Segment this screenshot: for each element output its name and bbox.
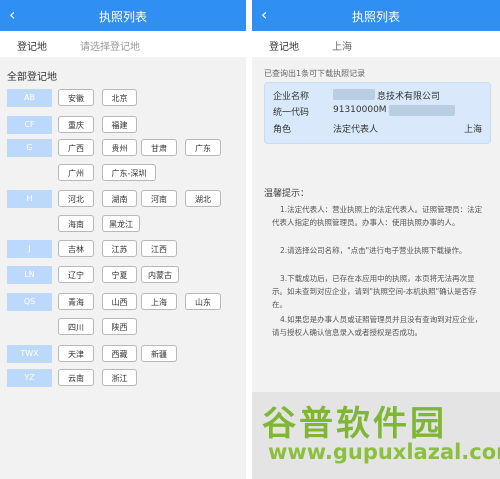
province-chip[interactable]: 吉林 bbox=[58, 240, 94, 257]
role-label: 角色 bbox=[273, 125, 292, 135]
nav-bar: ‹ 执照列表 bbox=[252, 0, 500, 31]
province-chip[interactable]: 海南 bbox=[58, 215, 94, 232]
registration-label: 登记地 bbox=[269, 42, 299, 53]
registration-value[interactable]: 上海 bbox=[332, 38, 352, 53]
province-chip[interactable]: 河北 bbox=[58, 190, 94, 207]
tip-1: 1.法定代表人：营业执照上的法定代表人。证照管理员：法定代表人指定的执照管理员。… bbox=[272, 205, 483, 227]
group-ab-button[interactable]: AB bbox=[7, 89, 52, 107]
region-value: 上海 bbox=[463, 125, 482, 135]
province-chip[interactable]: 天津 bbox=[58, 345, 94, 362]
nav-bar: ‹ 执照列表 bbox=[0, 0, 246, 31]
province-chip[interactable]: 辽宁 bbox=[58, 266, 94, 283]
province-chip[interactable]: 山东 bbox=[185, 293, 221, 310]
province-chip[interactable]: 四川 bbox=[58, 318, 94, 335]
group-cf-button[interactable]: CF bbox=[7, 116, 52, 134]
group-j-button[interactable]: J bbox=[7, 240, 52, 258]
redaction-mask bbox=[389, 105, 455, 116]
province-chip[interactable]: 新疆 bbox=[141, 345, 177, 362]
province-chip[interactable]: 西藏 bbox=[102, 345, 137, 362]
group-twx-button[interactable]: TWX bbox=[7, 345, 52, 363]
unified-code-label: 统一代码 bbox=[273, 108, 310, 118]
province-chip[interactable]: 湖北 bbox=[185, 190, 221, 207]
tip-3: 3.下载成功后，已存在本应用中的执照，本页将无法再次显示。如未查到对应企业，请到… bbox=[272, 274, 477, 309]
role-value: 法定代表人 bbox=[333, 125, 379, 135]
result-count-text: 已查询出1条可下载执照记录 bbox=[264, 69, 366, 78]
page-title: 执照列表 bbox=[351, 10, 400, 24]
group-ln-button[interactable]: LN bbox=[7, 266, 52, 284]
province-chip[interactable]: 贵州 bbox=[102, 139, 137, 156]
registration-selector[interactable]: 登记地 请选择登记地 bbox=[0, 31, 246, 57]
group-yz-button[interactable]: YZ bbox=[7, 369, 52, 387]
watermark-logo: 谷普软件园 bbox=[262, 404, 447, 444]
group-g-button[interactable]: G bbox=[7, 139, 52, 157]
redaction-mask bbox=[333, 89, 375, 100]
company-name-label: 企业名称 bbox=[273, 92, 310, 102]
registration-placeholder[interactable]: 请选择登记地 bbox=[80, 38, 140, 53]
province-chip[interactable]: 内蒙古 bbox=[141, 266, 179, 283]
watermark-url: www.gupuxlazal.com bbox=[268, 440, 500, 464]
province-chip[interactable]: 宁夏 bbox=[102, 266, 137, 283]
license-record-card[interactable]: 企业名称 息技术有限公司 统一代码 91310000M 角色 法定代表人 上海 bbox=[264, 82, 491, 144]
company-name-value: 息技术有限公司 bbox=[377, 92, 441, 102]
registration-label: 登记地 bbox=[17, 42, 47, 53]
page-title: 执照列表 bbox=[98, 10, 147, 24]
province-chip[interactable]: 浙江 bbox=[102, 369, 137, 386]
province-chip[interactable]: 青海 bbox=[58, 293, 94, 310]
province-chip[interactable]: 广东-深圳 bbox=[102, 164, 156, 181]
section-title: 全部登记地 bbox=[7, 72, 57, 83]
province-chip[interactable]: 北京 bbox=[102, 89, 137, 106]
province-chip[interactable]: 河南 bbox=[141, 190, 177, 207]
province-chip[interactable]: 福建 bbox=[102, 116, 137, 133]
registration-selector[interactable]: 登记地 上海 bbox=[252, 31, 500, 57]
province-chip[interactable]: 广东 bbox=[185, 139, 221, 156]
watermark: 谷普软件园 www.gupuxlazal.com bbox=[252, 392, 500, 479]
province-chip[interactable]: 江苏 bbox=[102, 240, 137, 257]
province-chip[interactable]: 广州 bbox=[58, 164, 94, 181]
left-screen: ‹ 执照列表 登记地 请选择登记地 全部登记地 AB 安徽 北京 CF 重庆 福建 G 广西贵… bbox=[0, 0, 246, 479]
province-chip[interactable]: 陕西 bbox=[102, 318, 137, 335]
group-h-button[interactable]: H bbox=[7, 190, 52, 208]
province-chip[interactable]: 江西 bbox=[141, 240, 177, 257]
tips-title: 温馨提示： bbox=[264, 189, 310, 199]
province-chip[interactable]: 湖南 bbox=[102, 190, 137, 207]
tip-2: 2.请选择公司名称，"点击"进行电子营业执照下载操作。 bbox=[280, 246, 467, 255]
province-chip[interactable]: 山西 bbox=[102, 293, 137, 310]
province-chip[interactable]: 重庆 bbox=[58, 116, 94, 133]
province-chip[interactable]: 广西 bbox=[58, 139, 94, 156]
right-screen: ‹ 执照列表 登记地 上海 已查询出1条可下载执照记录 企业名称 息技术有限公司… bbox=[252, 0, 500, 479]
province-chip[interactable]: 云南 bbox=[58, 369, 94, 386]
unified-code-value: 91310000M bbox=[333, 105, 387, 115]
province-chip[interactable]: 上海 bbox=[141, 293, 177, 310]
province-chip[interactable]: 黑龙江 bbox=[102, 215, 140, 232]
group-qs-button[interactable]: QS bbox=[7, 293, 52, 311]
tip-4: 4.如果您是办事人员或证照管理员并且没有查询到对应企业，请与授权人确认信息录入或… bbox=[272, 315, 483, 337]
province-chip[interactable]: 甘肃 bbox=[141, 139, 177, 156]
province-chip[interactable]: 安徽 bbox=[58, 89, 94, 106]
